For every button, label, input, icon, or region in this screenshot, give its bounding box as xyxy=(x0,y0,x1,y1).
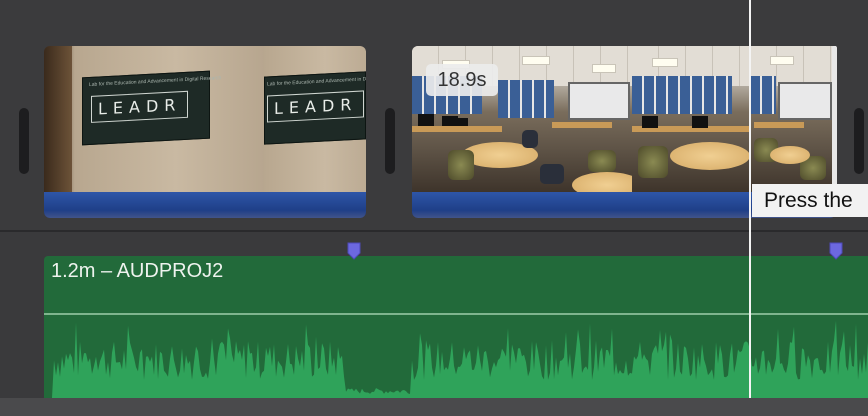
leadr-sign: Lab for the Education and Advancement in… xyxy=(264,71,366,145)
clip-trim-handle[interactable] xyxy=(385,108,395,174)
sign-logo-text: LEADR xyxy=(91,90,189,123)
horizontal-scrollbar[interactable] xyxy=(0,398,868,416)
audio-clip[interactable]: 1.2m – AUDPROJ2 xyxy=(44,256,868,398)
thumbnail: Lab for the Education and Advancement in… xyxy=(264,46,366,192)
clip-trim-handle[interactable] xyxy=(854,108,864,174)
track-divider xyxy=(0,230,868,232)
clip-audio-strip xyxy=(44,192,366,218)
video-clip-leadr[interactable]: Lab for the Education and Advancement in… xyxy=(44,46,366,218)
audio-clip-title: 1.2m – AUDPROJ2 xyxy=(51,260,224,282)
thumbnail xyxy=(750,46,836,192)
audio-waveform xyxy=(44,320,868,398)
marker-icon[interactable] xyxy=(346,242,362,260)
tooltip: Press the xyxy=(752,184,868,217)
clip-edge-handle[interactable] xyxy=(832,46,837,192)
marker-icon[interactable] xyxy=(828,242,844,260)
clip-thumbnails: Lab for the Education and Advancement in… xyxy=(44,46,366,192)
sign-subtext: Lab for the Education and Advancement in… xyxy=(89,75,222,88)
clip-trim-handle[interactable] xyxy=(19,108,29,174)
clip-duration-badge: 18.9s xyxy=(426,64,498,96)
playhead[interactable] xyxy=(749,0,751,398)
sign-logo-text: LEADR xyxy=(267,90,365,123)
thumbnail: Lab for the Education and Advancement in… xyxy=(44,46,264,192)
leadr-sign: Lab for the Education and Advancement in… xyxy=(82,70,221,146)
sign-subtext: Lab for the Education and Advancement in… xyxy=(267,75,366,88)
thumbnail xyxy=(632,46,750,192)
video-track: Lab for the Education and Advancement in… xyxy=(0,0,868,230)
